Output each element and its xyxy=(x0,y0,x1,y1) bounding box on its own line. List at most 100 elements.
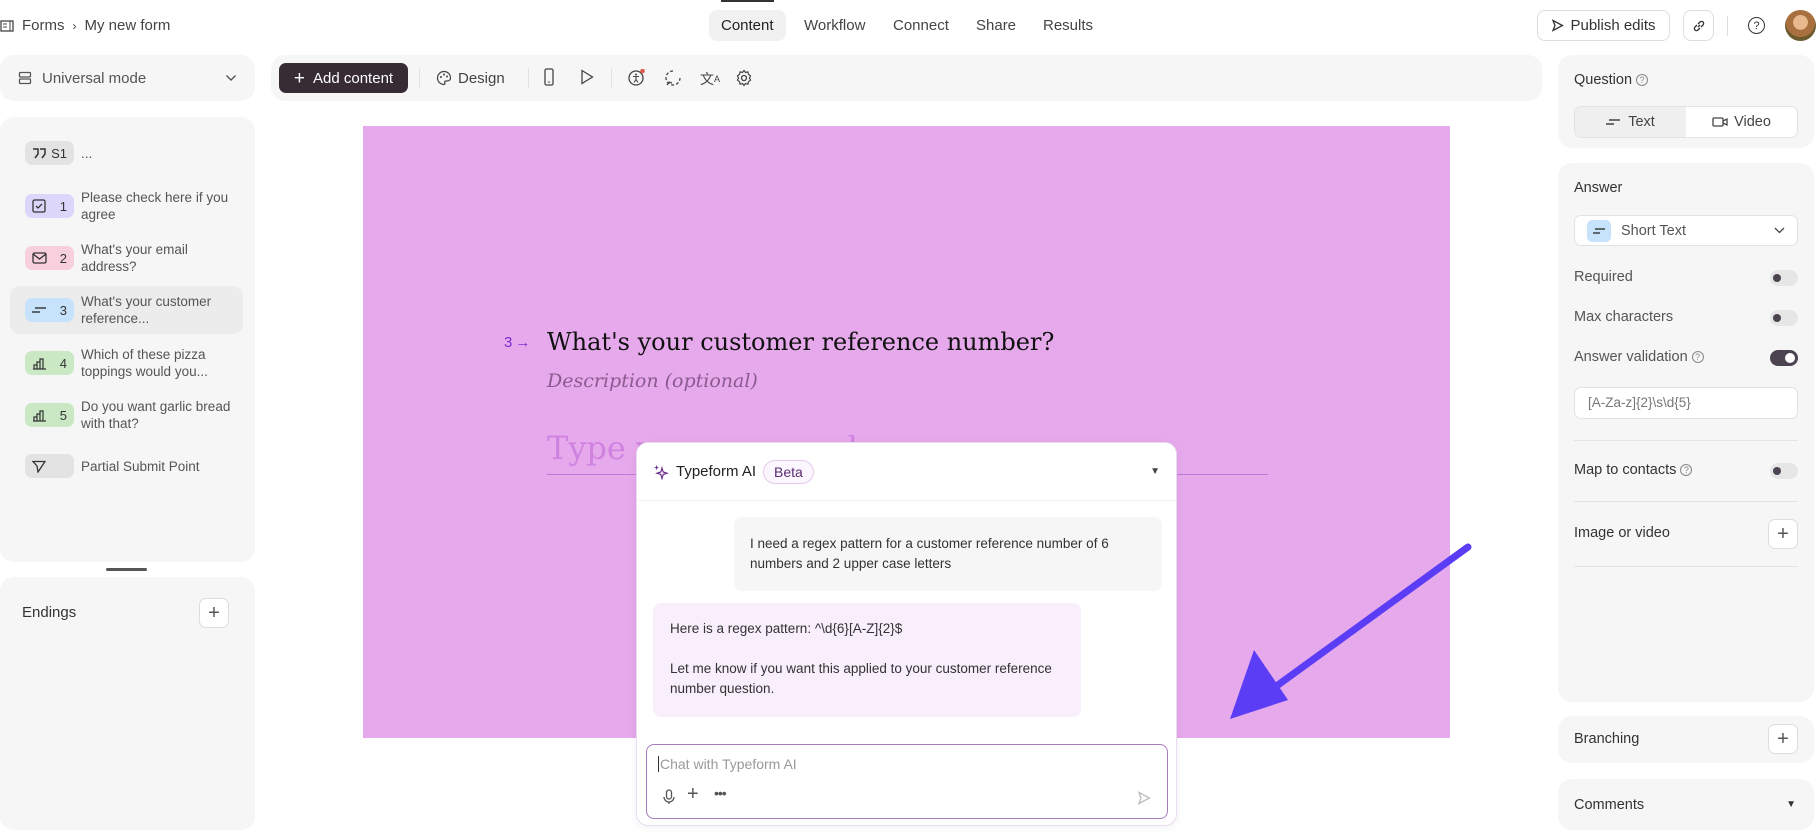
add-image-video-button[interactable]: + xyxy=(1768,519,1798,549)
sidebar-item-1[interactable]: 1 Please check here if you agree xyxy=(10,182,243,230)
sidebar-item-partial-submit[interactable]: Partial Submit Point xyxy=(10,442,243,490)
mail-icon xyxy=(32,252,47,264)
short-text-icon xyxy=(1587,219,1611,242)
tab-content[interactable]: Content xyxy=(709,10,786,41)
play-preview-icon[interactable] xyxy=(580,69,594,85)
sidebar-item-2[interactable]: 2 What's your email address? xyxy=(10,234,243,282)
user-message-text: I need a regex pattern for a customer re… xyxy=(750,536,1109,571)
video-icon xyxy=(1712,116,1728,128)
send-icon xyxy=(1551,19,1565,32)
layout-icon xyxy=(18,71,32,85)
collapse-icon[interactable]: ▼ xyxy=(1150,466,1160,477)
sparkle-icon xyxy=(653,464,669,480)
accessibility-icon[interactable] xyxy=(627,69,645,87)
seg-video[interactable]: Video xyxy=(1686,107,1797,137)
add-content-label: Add content xyxy=(313,69,394,87)
help-icon[interactable]: ? xyxy=(1636,74,1649,87)
add-branching-button[interactable]: + xyxy=(1768,724,1798,754)
toolbar-divider xyxy=(528,68,529,88)
checkbox-icon xyxy=(32,199,46,213)
question-title[interactable]: What's your customer reference number? xyxy=(547,328,1054,356)
description-field[interactable]: Description (optional) xyxy=(547,370,758,392)
design-button[interactable]: Design xyxy=(436,63,505,93)
comments-panel[interactable]: Comments ▼ xyxy=(1558,779,1814,830)
sidebar-item-S1[interactable]: S1... xyxy=(10,129,243,177)
help-icon[interactable]: ? xyxy=(1691,351,1704,364)
tab-indicator xyxy=(721,0,774,2)
settings-icon[interactable] xyxy=(735,69,753,87)
tab-connect[interactable]: Connect xyxy=(881,10,961,41)
branching-label: Branching xyxy=(1574,731,1640,747)
sidebar-item-label: What's your email address? xyxy=(81,242,188,274)
answer-type-label: Short Text xyxy=(1621,222,1687,239)
help-icon[interactable]: ? xyxy=(1748,17,1765,34)
send-message-icon[interactable] xyxy=(1137,791,1151,805)
ai-chat-popup: Typeform AI Beta ▼ I need a regex patter… xyxy=(636,442,1177,826)
chevron-down-icon: ▼ xyxy=(1786,799,1796,810)
answer-validation-label: Answer validation xyxy=(1574,349,1688,365)
sidebar-item-label: Please check here if you agree xyxy=(81,190,229,222)
sidebar-item-5[interactable]: 5 Do you want garlic bread with that? xyxy=(10,391,243,439)
question-badge: 4 xyxy=(25,351,74,375)
link-icon xyxy=(1692,19,1706,33)
plus-icon: + xyxy=(293,67,306,89)
question-badge: 1 xyxy=(25,194,74,218)
map-contacts-toggle[interactable] xyxy=(1770,463,1798,479)
comments-label: Comments xyxy=(1574,797,1645,813)
seg-text[interactable]: Text xyxy=(1575,107,1686,137)
resize-handle[interactable] xyxy=(106,568,147,571)
question-label: Question xyxy=(1574,72,1633,88)
map-contacts-label: Map to contacts xyxy=(1574,462,1677,478)
branching-panel: Branching + xyxy=(1558,716,1814,763)
seg-video-label: Video xyxy=(1734,114,1771,130)
required-toggle[interactable] xyxy=(1770,270,1798,286)
logic-icon[interactable] xyxy=(664,69,682,87)
answer-type-dropdown[interactable]: Short Text xyxy=(1574,215,1798,246)
translate-icon[interactable]: 文A xyxy=(700,69,720,89)
question-badge: 5 xyxy=(25,403,74,427)
arrow-right-icon: → xyxy=(515,334,531,351)
user-message: I need a regex pattern for a customer re… xyxy=(734,517,1162,591)
question-type-toggle: Text Video xyxy=(1574,106,1798,138)
breadcrumb: Forms › My new form xyxy=(0,17,170,34)
seg-text-label: Text xyxy=(1628,114,1655,130)
sidebar-item-4[interactable]: 4 Which of these pizza toppings would you… xyxy=(10,339,243,387)
divider xyxy=(1574,566,1798,567)
ai-message-followup: Let me know if you want this applied to … xyxy=(670,661,1052,696)
publish-label: Publish edits xyxy=(1570,17,1656,34)
endings-label: Endings xyxy=(22,604,77,621)
add-content-button[interactable]: + Add content xyxy=(279,63,408,93)
toolbar-divider xyxy=(611,68,612,88)
rating-icon xyxy=(32,409,47,422)
avatar[interactable] xyxy=(1785,10,1816,41)
tab-results[interactable]: Results xyxy=(1031,10,1105,41)
microphone-icon[interactable] xyxy=(662,789,676,805)
sidebar-item-label: Which of these pizza toppings would you.… xyxy=(81,347,208,379)
answer-label: Answer xyxy=(1574,180,1623,196)
required-label: Required xyxy=(1574,269,1633,285)
mode-selector[interactable]: Universal mode xyxy=(0,55,255,101)
mode-label: Universal mode xyxy=(42,69,147,87)
rating-icon xyxy=(32,357,47,370)
help-icon[interactable]: ? xyxy=(1680,464,1693,477)
validation-pattern-input[interactable]: [A-Za-z]{2}\s\d{5} xyxy=(1574,387,1798,419)
sidebar-item-3[interactable]: 3 What's your customer reference... xyxy=(10,286,243,334)
answer-validation-toggle[interactable] xyxy=(1770,350,1798,366)
breadcrumb-form-name[interactable]: My new form xyxy=(85,17,171,34)
ai-chat-title: Typeform AI xyxy=(676,463,757,480)
tab-workflow[interactable]: Workflow xyxy=(792,10,877,41)
attach-plus-icon[interactable]: + xyxy=(687,783,699,806)
more-options-icon[interactable]: ••• xyxy=(714,785,727,801)
image-video-label: Image or video xyxy=(1574,525,1670,541)
tab-share[interactable]: Share xyxy=(964,10,1028,41)
mobile-preview-icon[interactable] xyxy=(543,68,555,86)
copy-link-button[interactable] xyxy=(1683,10,1714,41)
max-characters-toggle[interactable] xyxy=(1770,310,1798,326)
divider xyxy=(1574,501,1798,502)
question-number: 1 xyxy=(59,198,67,214)
publish-button[interactable]: Publish edits xyxy=(1537,10,1670,41)
breadcrumb-forms[interactable]: Forms xyxy=(22,17,65,34)
sidebar-item-label: What's your customer reference... xyxy=(81,294,212,326)
chat-input[interactable]: Chat with Typeform AI + ••• xyxy=(646,744,1168,819)
add-ending-button[interactable]: + xyxy=(199,598,229,628)
